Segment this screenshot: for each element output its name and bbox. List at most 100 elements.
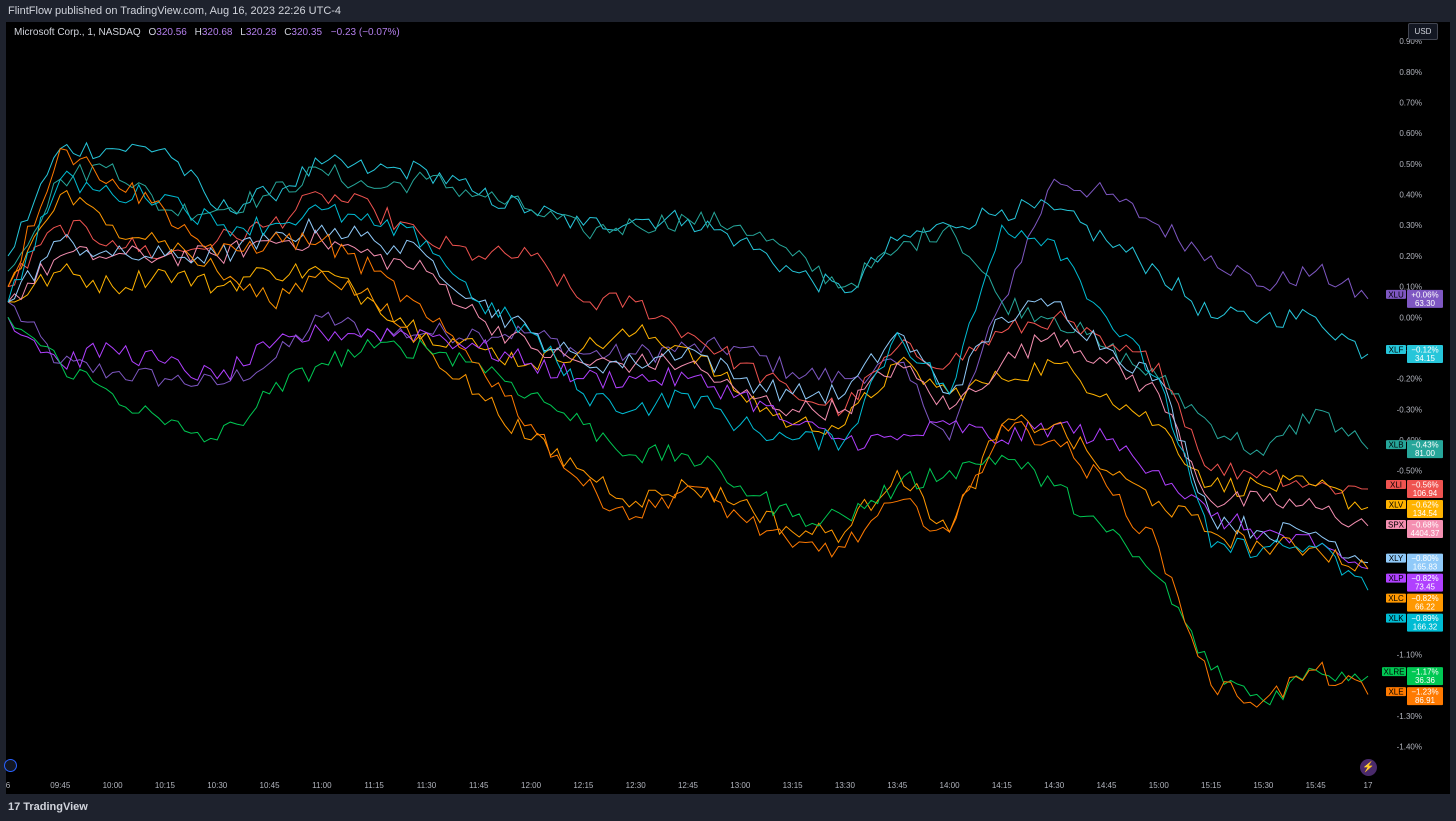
tag-symbol: XLC	[1388, 594, 1404, 603]
published-header: FlintFlow published on TradingView.com, …	[0, 0, 1456, 22]
tag-symbol: XLV	[1389, 501, 1404, 510]
x-tick-label: 11:30	[417, 781, 437, 790]
x-tick-label: 12:00	[521, 781, 542, 790]
y-tick-label: -0.30%	[1397, 405, 1422, 414]
tag-symbol: SPX	[1388, 521, 1405, 530]
tradingview-logo-icon: 17	[8, 801, 21, 813]
price-tag-xlv: XLV −0.62%134.54	[1386, 500, 1443, 519]
price-tag-xlre: XLRE −1.17%36.36	[1382, 667, 1443, 686]
tag-price: 81.00	[1415, 449, 1436, 458]
x-tick-label: 11:45	[469, 781, 489, 790]
x-tick-label: 11:15	[364, 781, 384, 790]
tag-price: 134.54	[1413, 509, 1438, 518]
x-tick-label: 13:45	[887, 781, 908, 790]
tag-price: 165.83	[1413, 563, 1438, 572]
series-line-xlre[interactable]	[7, 317, 1369, 706]
tag-price: 34.15	[1415, 354, 1436, 363]
x-tick-label: 14:00	[940, 781, 961, 790]
high-value: 320.68	[201, 27, 233, 38]
x-tick-label: 17	[1364, 781, 1373, 790]
price-tag-xle: XLE −1.23%86.91	[1386, 687, 1443, 706]
symbol-name[interactable]: Microsoft Corp., 1, NASDAQ	[14, 27, 141, 38]
y-tick-label: -1.10%	[1397, 651, 1422, 660]
x-tick-label: 12:45	[678, 781, 699, 790]
published-by-text: FlintFlow published on TradingView.com, …	[8, 5, 342, 17]
y-tick-label: 0.40%	[1399, 191, 1422, 200]
x-tick-label: 15:15	[1201, 781, 1222, 790]
series-line-xli[interactable]	[7, 191, 1369, 495]
x-tick-label: 13:15	[783, 781, 804, 790]
tag-price: 4404.37	[1411, 529, 1440, 538]
x-tick-label: 11:00	[312, 781, 332, 790]
y-tick-label: 0.80%	[1399, 68, 1422, 77]
series-line-xlu[interactable]	[7, 178, 1369, 442]
x-tick-label: 12:15	[573, 781, 594, 790]
price-tag-xli: XLI −0.56%106.94	[1386, 480, 1443, 499]
tag-symbol: XLP	[1388, 574, 1403, 583]
tag-price: 66.22	[1415, 603, 1436, 612]
x-tick-label: 14:45	[1096, 781, 1117, 790]
x-tick-label: 14:15	[992, 781, 1013, 790]
tradingview-logo[interactable]: 17 TradingView	[8, 801, 88, 813]
x-tick-label: 10:15	[155, 781, 176, 790]
x-tick-label: 13:30	[835, 781, 856, 790]
x-tick-label: 15:45	[1306, 781, 1327, 790]
y-tick-label: -0.50%	[1397, 467, 1422, 476]
footer: 17 TradingView	[0, 796, 1456, 821]
chart-svg[interactable]: 0.90%0.80%0.70%0.60%0.50%0.40%0.30%0.20%…	[6, 22, 1450, 794]
goto-realtime-icon[interactable]	[4, 759, 17, 772]
price-tag-xlp: XLP −0.82%73.45	[1386, 573, 1443, 592]
x-tick-label: 15:00	[1149, 781, 1170, 790]
tag-price: 36.36	[1415, 676, 1436, 685]
y-tick-label: 0.20%	[1399, 252, 1422, 261]
y-tick-label: 0.70%	[1399, 99, 1422, 108]
tag-symbol: XLRE	[1384, 668, 1405, 677]
tag-symbol: XLK	[1388, 614, 1404, 623]
chart-area[interactable]: 0.90% 0.80% 0.70% 0.60% 0.50% 0.40% 0.30% 0.20%…	[6, 22, 1450, 794]
series-line-xlb[interactable]	[7, 163, 1369, 457]
price-tag-xlf: XLF −0.12%34.15	[1386, 345, 1443, 364]
x-tick-label: 10:30	[207, 781, 228, 790]
y-tick-label: -1.30%	[1397, 712, 1422, 721]
open-value: 320.56	[156, 27, 187, 38]
y-tick-label: -1.40%	[1397, 743, 1422, 752]
price-tag-xlk: XLK −0.89%166.32	[1386, 613, 1443, 632]
x-tick-label: 15:30	[1253, 781, 1274, 790]
y-tick-label: -0.20%	[1397, 375, 1422, 384]
close-value: 320.35	[291, 27, 323, 38]
price-tag-xlc: XLC −0.82%66.22	[1386, 593, 1443, 612]
tag-symbol: XLY	[1389, 554, 1404, 563]
x-tick-label: 14:30	[1044, 781, 1065, 790]
price-tag-xlb: XLB −0.43%81.00	[1386, 440, 1443, 459]
tag-symbol: XLU	[1388, 290, 1404, 299]
tag-price: 106.94	[1413, 489, 1438, 498]
change-value: −0.23 (−0.07%)	[330, 27, 400, 38]
y-tick-label: 0.30%	[1399, 221, 1422, 230]
tag-symbol: XLB	[1388, 441, 1403, 450]
brand-text: TradingView	[23, 801, 88, 813]
tag-price: 86.91	[1415, 696, 1436, 705]
currency-button[interactable]: USD	[1408, 23, 1438, 40]
high-label: H	[194, 27, 202, 38]
tag-price: 73.45	[1415, 583, 1436, 592]
tag-symbol: XLI	[1390, 481, 1402, 490]
y-tick-label: 0.50%	[1399, 160, 1422, 169]
lightning-icon[interactable]: ⚡	[1360, 759, 1377, 776]
tag-symbol: XLE	[1388, 688, 1403, 697]
series-line-xlf[interactable]	[7, 141, 1369, 360]
price-tag-spx: SPX −0.68%4404.37	[1386, 520, 1443, 539]
x-tick-label: 6	[6, 781, 11, 790]
price-tag-xlu: XLU +0.06%63.30	[1386, 289, 1443, 308]
price-tag-xly: XLY −0.80%165.83	[1386, 553, 1443, 572]
x-tick-label: 10:45	[260, 781, 281, 790]
x-tick-label: 09:45	[50, 781, 71, 790]
series-line-xlp[interactable]	[7, 317, 1369, 570]
x-tick-label: 10:00	[103, 781, 124, 790]
x-tick-label: 13:00	[730, 781, 751, 790]
tag-price: 63.30	[1415, 299, 1436, 308]
y-tick-label: 0.60%	[1399, 129, 1422, 138]
y-tick-label: 0.00%	[1399, 313, 1422, 322]
x-tick-label: 12:30	[626, 781, 647, 790]
tag-symbol: XLF	[1389, 346, 1404, 355]
series-line-xlv[interactable]	[7, 262, 1369, 511]
